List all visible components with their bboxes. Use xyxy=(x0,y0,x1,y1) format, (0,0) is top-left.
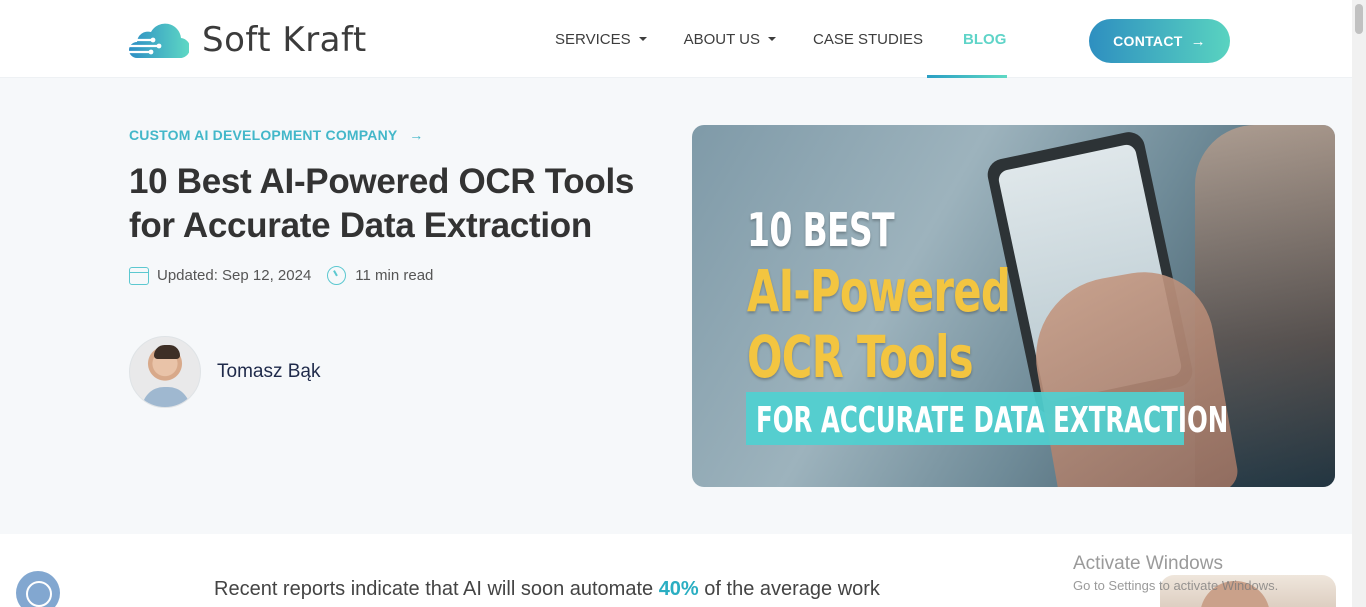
caret-down-icon xyxy=(638,37,647,41)
main-nav: SERVICES ABOUT US CASE STUDIES BLOG xyxy=(555,0,1006,78)
watermark-title: Activate Windows xyxy=(1073,553,1223,574)
feature-heading-line2: AI-Powered xyxy=(747,257,1011,325)
clock-icon xyxy=(327,266,347,285)
nav-item-services[interactable]: SERVICES xyxy=(555,0,647,78)
article-meta: Updated: Sep 12, 2024 11 min read xyxy=(129,266,433,285)
feature-banner-text: FOR ACCURATE DATA EXTRACTION xyxy=(756,400,1229,441)
caret-down-icon xyxy=(768,37,776,41)
feature-heading-line1: 10 BEST xyxy=(747,203,895,257)
nav-item-label: CASE STUDIES xyxy=(813,30,924,48)
feature-heading-line3: OCR Tools xyxy=(747,323,974,391)
nav-item-label: ABOUT US xyxy=(683,30,760,48)
feature-image: 10 BEST AI-Powered OCR Tools FOR ACCURAT… xyxy=(692,125,1335,487)
contact-button[interactable]: CONTACT → xyxy=(1089,19,1230,63)
page-title: 10 Best AI-Powered OCR Tools for Accurat… xyxy=(129,162,635,245)
site-header: Soft Kraft SERVICES ABOUT US CASE STUDIE… xyxy=(0,0,1352,78)
nav-item-label: BLOG xyxy=(963,30,1007,48)
windows-activation-watermark: Activate Windows Go to Settings to activ… xyxy=(1073,553,1278,593)
arrow-right-icon: → xyxy=(1190,32,1206,50)
arrow-right-icon: → xyxy=(409,127,424,143)
nav-item-label: SERVICES xyxy=(555,30,631,48)
cloud-logo-icon xyxy=(123,23,189,59)
nav-item-case-studies[interactable]: CASE STUDIES xyxy=(813,0,923,78)
read-time: 11 min read xyxy=(355,267,434,284)
author-name[interactable]: Tomasz Bąk xyxy=(217,361,320,383)
vertical-scrollbar[interactable] xyxy=(1352,0,1366,607)
article-intro: Recent reports indicate that AI will soo… xyxy=(214,578,880,601)
logo-text: Soft Kraft xyxy=(202,20,367,60)
intro-highlight: 40% xyxy=(658,578,699,600)
author-block[interactable]: Tomasz Bąk xyxy=(129,336,320,408)
calendar-icon xyxy=(129,266,149,285)
accessibility-icon[interactable] xyxy=(16,571,60,607)
updated-date: Updated: Sep 12, 2024 xyxy=(157,267,312,284)
contact-button-label: CONTACT xyxy=(1113,33,1183,49)
watermark-subtitle: Go to Settings to activate Windows. xyxy=(1073,578,1279,593)
nav-item-about-us[interactable]: ABOUT US xyxy=(684,0,776,78)
author-avatar[interactable] xyxy=(129,336,201,408)
intro-text: Recent reports indicate that AI will soo… xyxy=(214,578,659,600)
intro-text-end: of the average work xyxy=(698,578,880,600)
category-link[interactable]: CUSTOM AI DEVELOPMENT COMPANY → xyxy=(129,127,424,143)
category-label: CUSTOM AI DEVELOPMENT COMPANY xyxy=(129,127,398,143)
logo[interactable]: Soft Kraft xyxy=(121,18,367,62)
nav-item-blog[interactable]: BLOG xyxy=(963,0,1006,78)
scrollbar-thumb[interactable] xyxy=(1355,4,1363,34)
